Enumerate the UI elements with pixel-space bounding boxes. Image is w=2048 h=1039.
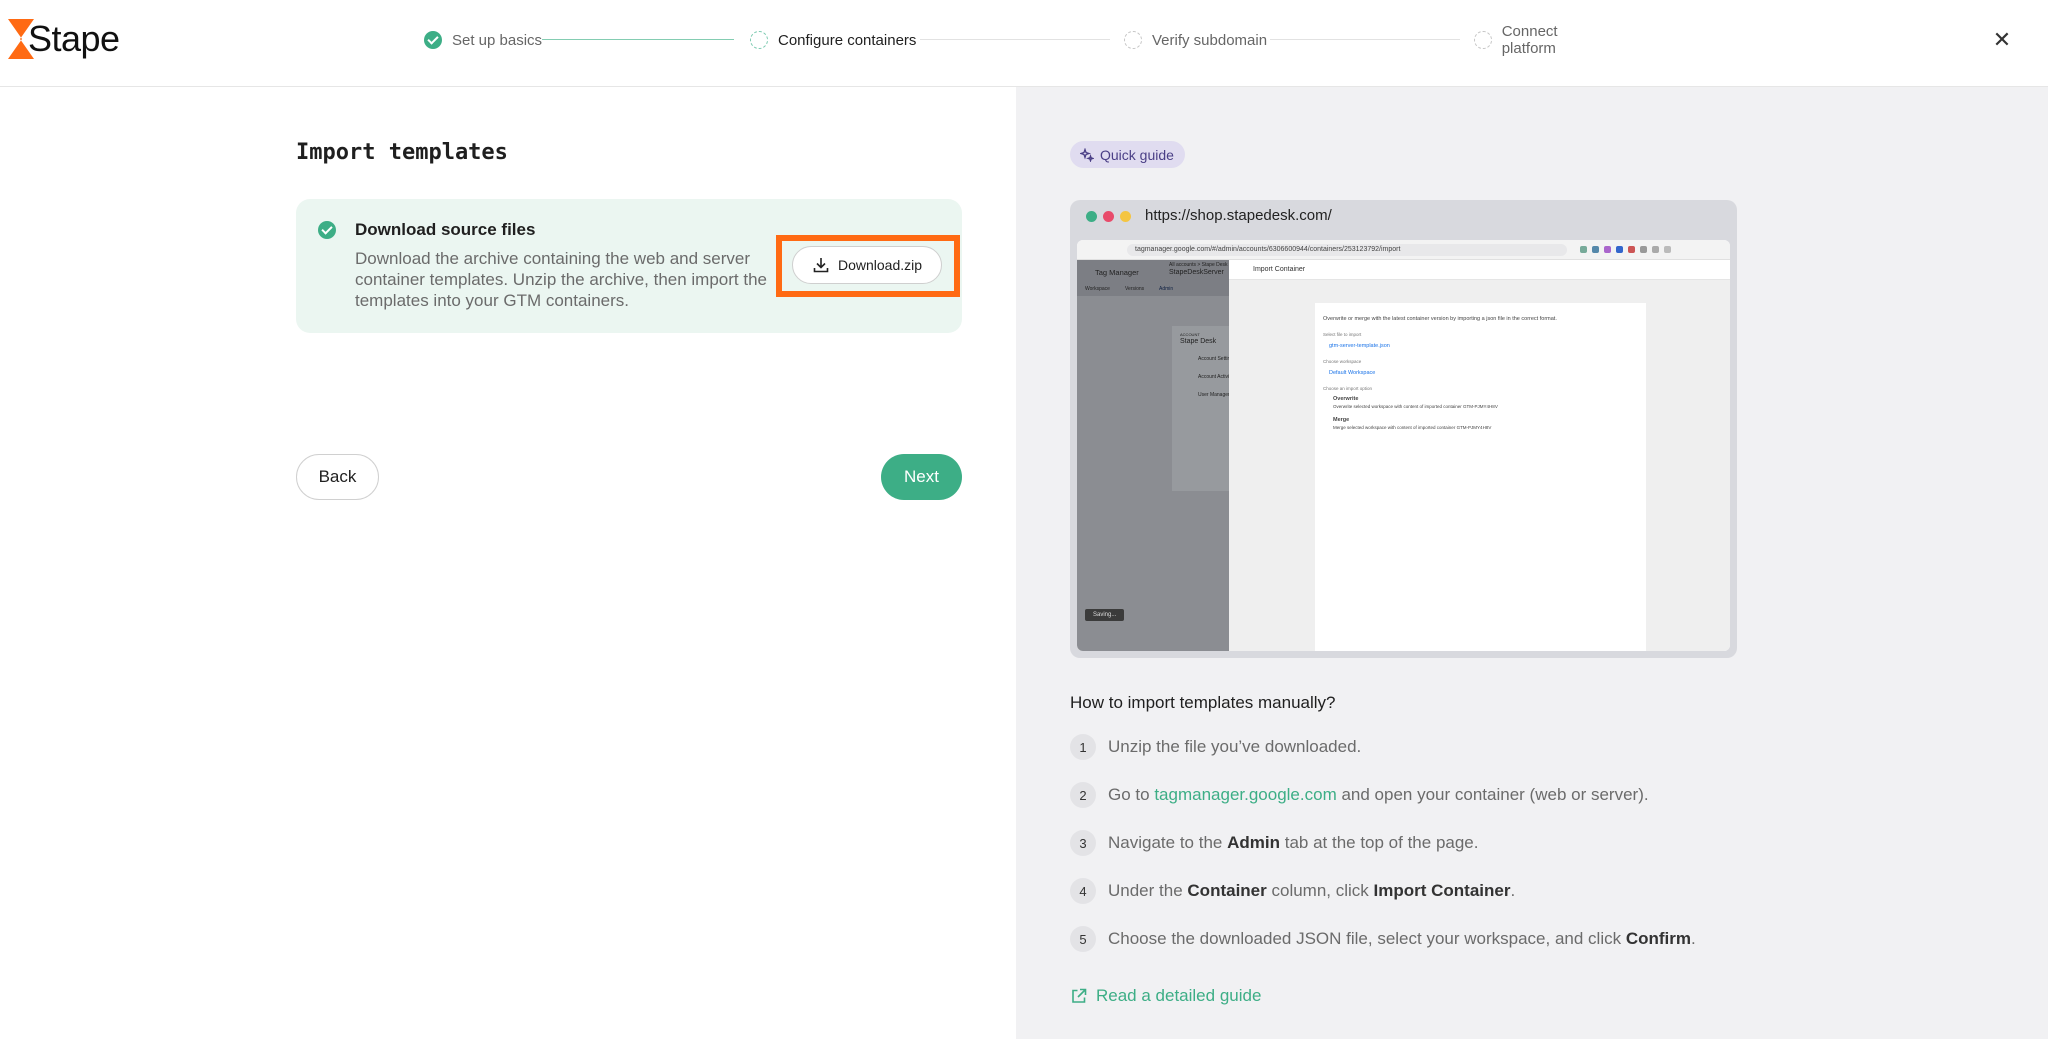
- how-to-step: 1 Unzip the file you’ve downloaded.: [1070, 733, 1361, 761]
- external-link-icon: [1072, 988, 1087, 1003]
- top-bar: Stape Set up basics Configure containers…: [0, 0, 2048, 87]
- download-zip-button[interactable]: Download.zip: [792, 246, 942, 284]
- screenshot-import-form: Overwrite or merge with the latest conta…: [1315, 303, 1646, 651]
- screenshot-menu-item: Account Activity: [1198, 374, 1234, 380]
- screenshot-app-name: Tag Manager: [1095, 268, 1139, 277]
- preview-url: https://shop.stapedesk.com/: [1145, 207, 1332, 224]
- stape-logo-mark: [8, 19, 34, 59]
- read-guide-link[interactable]: Read a detailed guide: [1070, 986, 1261, 1006]
- how-to-step: 2 Go to tagmanager.google.com and open y…: [1070, 781, 1649, 809]
- pending-circle-icon: [1474, 31, 1492, 49]
- screenshot-account-name: Stape Desk: [1180, 338, 1217, 345]
- screenshot-intro: Overwrite or merge with the latest conta…: [1323, 316, 1557, 322]
- screenshot-account-card: ACCOUNT Stape Desk Account Settings Acco…: [1172, 326, 1239, 491]
- how-to-step: 4 Under the Container column, click Impo…: [1070, 877, 1515, 905]
- screenshot-workspace-label: Choose workspace: [1323, 359, 1362, 364]
- screenshot-merge-desc: Merge selected workspace with content of…: [1333, 425, 1492, 430]
- screenshot-tab: Workspace: [1085, 286, 1110, 292]
- screenshot-gtm-header: Tag Manager All accounts > Stape Desk St…: [1077, 260, 1229, 296]
- step-bold: Confirm: [1625, 929, 1692, 948]
- step-number: 5: [1070, 926, 1096, 952]
- window-dot-icon: [1103, 211, 1114, 222]
- step-text: Choose the downloaded JSON file, select …: [1108, 929, 1622, 948]
- step-text: Navigate to the: [1108, 833, 1223, 852]
- screenshot-tab: Admin: [1159, 286, 1174, 292]
- step-verify-subdomain[interactable]: Verify subdomain: [1124, 26, 1267, 54]
- screenshot-merge: Merge: [1333, 417, 1350, 423]
- pending-circle-icon: [1124, 31, 1142, 49]
- screenshot-account-path: All accounts > Stape Desk: [1169, 262, 1228, 268]
- card-description: Download the archive containing the web …: [355, 249, 767, 310]
- step-number: 3: [1070, 830, 1096, 856]
- step-text: .: [1691, 929, 1696, 948]
- next-button[interactable]: Next: [881, 454, 962, 500]
- setup-stepper: Set up basics Configure containers Verif…: [424, 23, 1614, 57]
- step-text: tab at the top of the page.: [1284, 833, 1479, 852]
- step-connector: [920, 39, 1110, 40]
- step-configure-containers[interactable]: Configure containers: [750, 26, 916, 54]
- read-guide-label: Read a detailed guide: [1096, 986, 1262, 1005]
- how-to-step: 5 Choose the downloaded JSON file, selec…: [1070, 925, 1696, 953]
- step-set-up-basics[interactable]: Set up basics: [424, 26, 542, 54]
- step-label: Connect platform: [1501, 23, 1558, 57]
- download-icon: [813, 258, 829, 273]
- screenshot-backdrop: Tag Manager All accounts > Stape Desk St…: [1077, 260, 1239, 651]
- step-number: 2: [1070, 782, 1096, 808]
- screenshot-account-label: ACCOUNT: [1180, 332, 1200, 337]
- close-icon[interactable]: ✕: [1992, 26, 2012, 54]
- back-button[interactable]: Back: [296, 454, 379, 500]
- sparkle-icon: [1080, 147, 1094, 162]
- screenshot-import-option-label: Choose an import option: [1323, 386, 1373, 391]
- download-label: Download.zip: [837, 257, 923, 273]
- screenshot-overwrite: Overwrite: [1333, 396, 1359, 402]
- step-text: Unzip the file you’ve downloaded.: [1108, 737, 1362, 756]
- step-text: Go to: [1108, 785, 1150, 804]
- card-title: Download source files: [355, 220, 536, 239]
- window-dot-icon: [1120, 211, 1131, 222]
- step-bold: Container: [1187, 881, 1267, 900]
- quick-guide-label: Quick guide: [1100, 146, 1174, 163]
- screenshot-tab: Versions: [1125, 286, 1145, 292]
- screenshot-container: StapeDeskServer: [1169, 269, 1224, 276]
- browser-preview: https://shop.stapedesk.com/ tagmanager.g…: [1070, 200, 1737, 658]
- step-text: column, click: [1271, 881, 1369, 900]
- step-connect-platform[interactable]: Connect platform: [1474, 23, 1614, 57]
- how-to-title: How to import templates manually?: [1070, 693, 1336, 712]
- how-to-step: 3 Navigate to the Admin tab at the top o…: [1070, 829, 1478, 857]
- step-text: Under the: [1108, 881, 1183, 900]
- extension-icons: [1577, 244, 1673, 256]
- step-label: Configure containers: [778, 31, 917, 49]
- step-label: Set up basics: [452, 31, 543, 49]
- step-connector: [1270, 39, 1460, 40]
- logo-text: Stape: [28, 18, 120, 59]
- screenshot-url: tagmanager.google.com/#/admin/accounts/6…: [1127, 244, 1567, 256]
- step-bold: Import Container: [1373, 881, 1511, 900]
- step-number: 1: [1070, 734, 1096, 760]
- quick-guide-badge: Quick guide: [1070, 141, 1185, 168]
- screenshot-saving-toast: Saving...: [1085, 609, 1125, 621]
- window-dot-icon: [1086, 211, 1097, 222]
- screenshot-file-name: gtm-server-template.json: [1329, 343, 1390, 349]
- screenshot-modal-title: Import Container: [1229, 260, 1730, 280]
- step-text: .: [1510, 881, 1516, 900]
- main-panel: Import templates Download source files D…: [0, 87, 1016, 1039]
- screenshot-overwrite-desc: Overwrite selected workspace with conten…: [1333, 404, 1498, 409]
- check-circle-icon: [318, 221, 336, 239]
- tag-manager-link[interactable]: tagmanager.google.com: [1154, 785, 1336, 805]
- page-title: Import templates: [296, 140, 508, 165]
- stape-logo[interactable]: Stape: [8, 18, 120, 60]
- progress-circle-icon: [750, 31, 768, 49]
- step-connector: [542, 39, 734, 40]
- step-text: and open your container (web or server).: [1341, 785, 1649, 804]
- step-number: 4: [1070, 878, 1096, 904]
- screenshot-file-label: Select file to import: [1323, 332, 1362, 337]
- quick-guide-panel: Quick guide https://shop.stapedesk.com/ …: [1016, 87, 2048, 1039]
- step-label: Verify subdomain: [1152, 31, 1268, 49]
- screenshot-toolbar: tagmanager.google.com/#/admin/accounts/6…: [1077, 240, 1730, 260]
- screenshot-workspace-value: Default Workspace: [1329, 370, 1376, 376]
- step-bold: Admin: [1227, 833, 1280, 852]
- check-circle-icon: [424, 31, 442, 49]
- gtm-screenshot: tagmanager.google.com/#/admin/accounts/6…: [1077, 240, 1730, 651]
